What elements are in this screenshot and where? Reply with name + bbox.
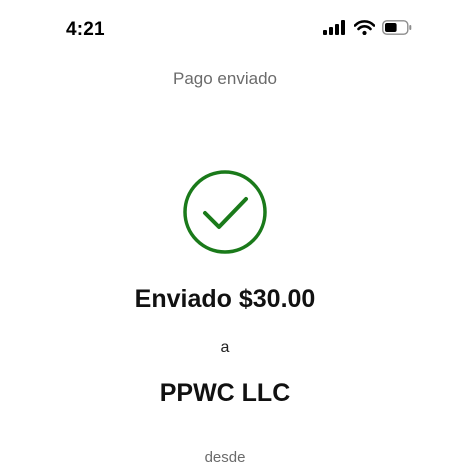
battery-fill xyxy=(385,23,397,32)
recipient-name: PPWC LLC xyxy=(159,379,291,407)
cellular-signal-icon xyxy=(323,20,347,35)
page-title: Pago enviado xyxy=(173,69,277,88)
sent-amount: Enviado $30.00 xyxy=(134,285,316,313)
checkmark-circle-icon xyxy=(182,169,268,255)
from-label: desde xyxy=(204,449,246,466)
battery-icon xyxy=(382,20,412,35)
wifi-icon xyxy=(354,20,375,35)
to-label: a xyxy=(220,339,230,356)
status-time: 4:21 xyxy=(66,19,105,40)
status-bar: 4:21 xyxy=(0,0,450,60)
status-icons xyxy=(323,20,412,35)
